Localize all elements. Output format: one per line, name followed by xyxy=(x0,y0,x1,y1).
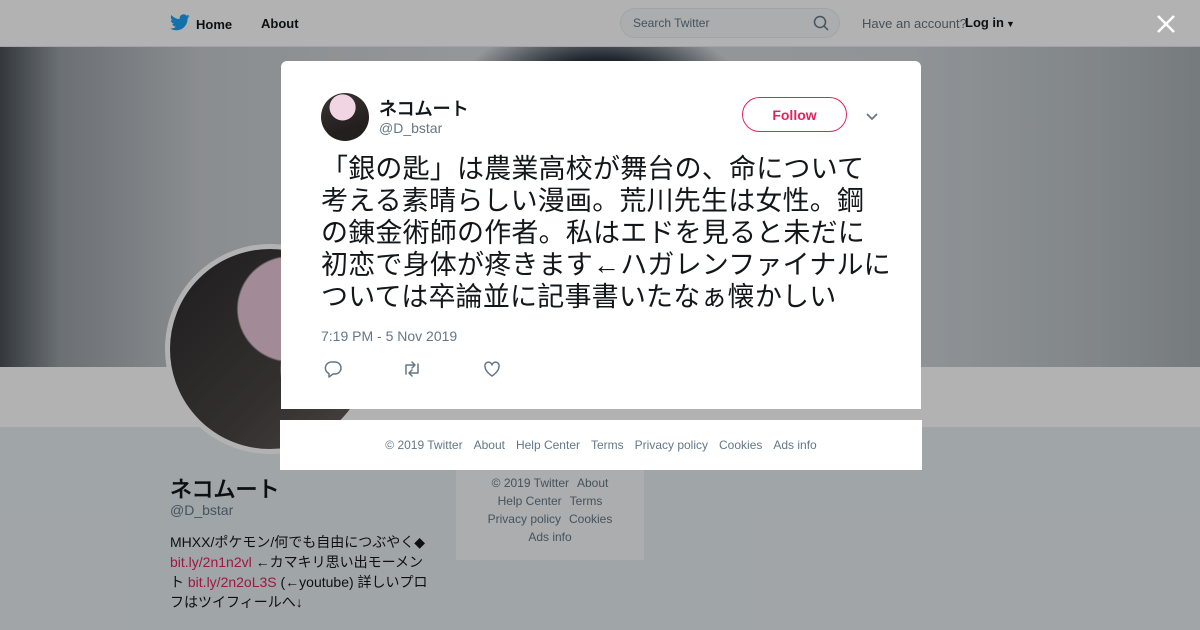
modal-footer: © 2019 Twitter About Help Center Terms P… xyxy=(280,420,922,470)
reply-icon[interactable] xyxy=(324,360,342,383)
footer-cookies-link[interactable]: Cookies xyxy=(719,438,762,452)
tweet-author-handle[interactable]: @D_bstar xyxy=(379,120,442,136)
follow-button[interactable]: Follow xyxy=(742,97,847,132)
chevron-down-icon[interactable] xyxy=(865,109,879,127)
close-icon[interactable] xyxy=(1155,13,1177,35)
footer-about-link[interactable]: About xyxy=(474,438,505,452)
like-heart-icon[interactable] xyxy=(483,360,501,383)
retweet-icon[interactable] xyxy=(402,360,422,383)
footer-help-center-link[interactable]: Help Center xyxy=(516,438,580,452)
footer-copyright: © 2019 Twitter xyxy=(385,438,463,452)
tweet-author-name[interactable]: ネコムート xyxy=(379,95,469,121)
footer-privacy-link[interactable]: Privacy policy xyxy=(635,438,708,452)
footer-terms-link[interactable]: Terms xyxy=(591,438,624,452)
tweet-timestamp[interactable]: 7:19 PM - 5 Nov 2019 xyxy=(321,328,457,344)
tweet-author-avatar[interactable] xyxy=(321,93,369,141)
tweet-text: 「銀の匙」は農業高校が舞台の、命について考える素晴らしい漫画。荒川先生は女性。鋼… xyxy=(321,154,891,312)
tweet-card: ネコムート @D_bstar Follow 「銀の匙」は農業高校が舞台の、命につ… xyxy=(281,61,921,409)
footer-ads-info-link[interactable]: Ads info xyxy=(773,438,816,452)
